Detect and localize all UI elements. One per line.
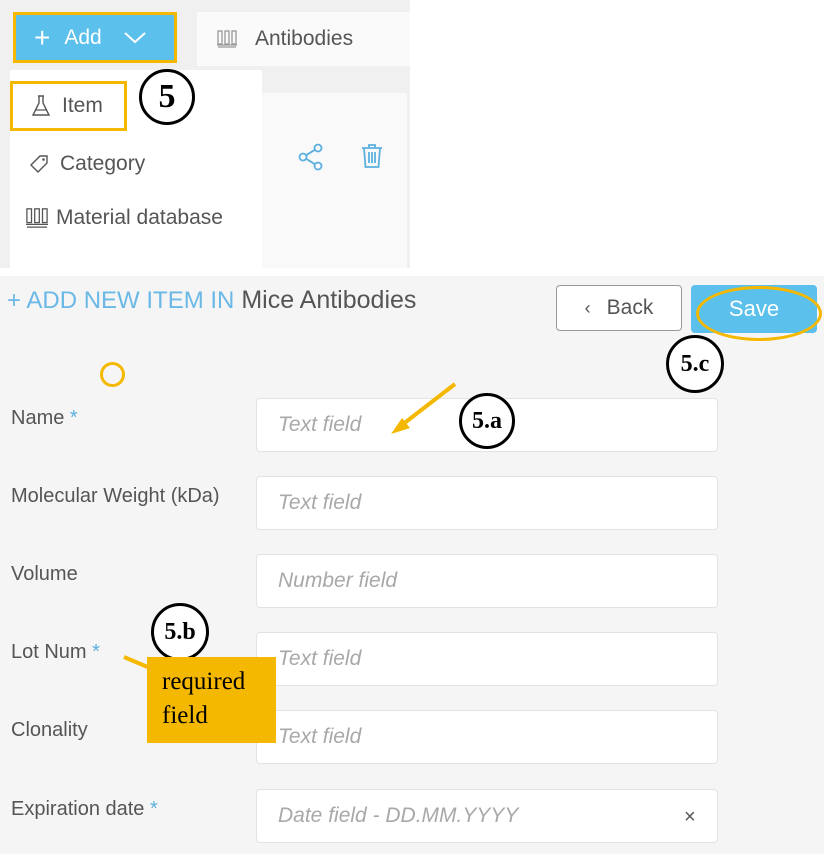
add-menu-screenshot: Antibodies + Add Item Category Material … [0, 0, 410, 268]
expiration-date-field[interactable] [256, 789, 718, 843]
save-highlight-ring [696, 286, 822, 341]
plus-icon: + [34, 21, 51, 53]
menu-item-category[interactable]: Category [10, 139, 145, 189]
clonality-label: Clonality [11, 719, 88, 742]
title-list-name: Mice Antibodies [241, 286, 417, 314]
menu-item-material-database[interactable]: Material database [10, 193, 223, 243]
required-marker: * [69, 407, 78, 429]
step-badge-5b: 5.b [151, 603, 209, 661]
field-label-text: Clonality [11, 719, 88, 741]
required-marker-highlight [100, 362, 125, 387]
expiration-date-label: Expiration date * [11, 798, 158, 821]
required-marker: * [92, 641, 100, 663]
field-label-text: Name [11, 407, 65, 429]
lot-num-field[interactable] [256, 632, 718, 686]
back-button-label: Back [606, 296, 654, 319]
clear-date-icon[interactable]: × [684, 806, 696, 829]
menu-item-item[interactable]: Item [10, 81, 127, 131]
tab-label: Antibodies [255, 27, 354, 50]
chevron-down-icon [124, 31, 146, 44]
tag-icon [28, 154, 50, 174]
share-icon[interactable] [297, 143, 325, 176]
add-dropdown-menu: Item Category Material database [10, 70, 262, 268]
trash-icon[interactable] [361, 143, 383, 174]
flask-icon [30, 95, 52, 117]
back-button[interactable]: ‹ Back [556, 285, 682, 331]
menu-item-label: Material database [56, 206, 223, 229]
item-card [262, 93, 407, 268]
tab-antibodies[interactable]: Antibodies [197, 12, 410, 66]
volume-field[interactable] [256, 554, 718, 608]
step-badge-5a: 5.a [459, 393, 515, 449]
required-field-callout: required field [147, 657, 276, 743]
add-button[interactable]: + Add [13, 12, 177, 63]
field-label-text: Molecular Weight (kDa) [11, 485, 220, 507]
step-badge-5c: 5.c [666, 335, 724, 393]
chevron-left-icon: ‹ [584, 297, 591, 318]
page-title: + ADD NEW ITEM IN Mice Antibodies [7, 286, 416, 315]
menu-item-label: Item [62, 94, 103, 117]
required-marker: * [149, 798, 158, 820]
add-button-label: Add [64, 25, 102, 49]
name-label: Name * [11, 407, 78, 430]
material-database-icon [26, 207, 48, 229]
clonality-field[interactable] [256, 710, 718, 764]
field-label-text: Volume [11, 563, 78, 585]
volume-label: Volume [11, 563, 78, 586]
molecular-weight-label: Molecular Weight (kDa) [11, 485, 220, 508]
field-label-text: Lot Num [11, 641, 87, 663]
field-label-text: Expiration date [11, 798, 145, 820]
title-prefix: + ADD NEW ITEM IN [7, 287, 235, 314]
menu-item-label: Category [60, 152, 146, 175]
lot-num-label: Lot Num * [11, 641, 100, 664]
material-database-icon [217, 30, 237, 48]
molecular-weight-field[interactable] [256, 476, 718, 530]
step-badge-5: 5 [139, 69, 195, 125]
